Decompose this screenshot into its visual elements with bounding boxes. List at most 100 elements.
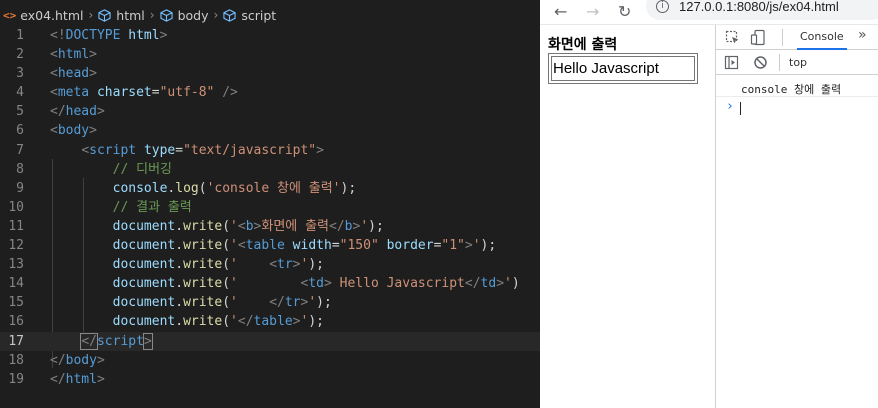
line-number: 5 — [16, 104, 24, 120]
code-token: ( — [222, 218, 231, 234]
breadcrumb-item-file[interactable]: ex04.html — [20, 8, 83, 23]
back-icon[interactable]: ← — [554, 2, 567, 21]
code-line[interactable]: 3 <head> — [0, 64, 540, 83]
code-token: write — [183, 276, 223, 292]
code-line[interactable]: 6 <body> — [0, 121, 540, 140]
code-token: width — [292, 238, 332, 254]
code-token: . — [175, 218, 184, 234]
code-line[interactable]: 15 document.write(' </tr>'); — [0, 293, 540, 312]
device-toolbar-icon[interactable] — [750, 29, 767, 46]
code-token: <! — [50, 28, 66, 43]
code-token: table — [253, 314, 293, 330]
chevron-right-icon: › — [213, 8, 219, 22]
code-token: ); — [308, 314, 324, 330]
code-line[interactable]: 9 console.log('console 창에 출력'); — [0, 179, 540, 198]
code-line[interactable]: 12 document.write('<table width="150" bo… — [0, 236, 540, 255]
element-cube-icon — [223, 8, 236, 22]
line-number: 8 — [16, 161, 24, 177]
code-token: </ — [237, 314, 254, 330]
code-token: console — [112, 180, 168, 196]
code-line[interactable]: 11 document.write('<b>화면에 출력</b>'); — [0, 217, 540, 236]
code-token: ) — [511, 276, 520, 292]
code-text: // 디버깅 — [50, 160, 172, 179]
code-token: ' — [230, 218, 238, 234]
code-token: table — [245, 238, 285, 254]
code-token: < — [81, 142, 90, 158]
code-token: > — [142, 332, 153, 350]
code-token: type — [143, 142, 176, 158]
code-text: <html> — [50, 45, 97, 64]
code-token: < — [237, 218, 246, 234]
code-token: html — [57, 47, 90, 63]
code-line[interactable]: 10 // 결과 출력 — [0, 198, 540, 217]
clear-console-icon[interactable] — [753, 55, 768, 70]
console-toolbar: top — [716, 50, 878, 75]
tab-console[interactable]: Console — [797, 25, 847, 50]
code-area[interactable]: 1 <!DOCTYPE html> 2 <html> 3 <head> 4 <meta cha… — [0, 26, 540, 389]
code-line[interactable]: 2 <html> — [0, 45, 540, 64]
code-line[interactable]: 8 // 디버깅 — [0, 160, 540, 179]
code-token: . — [175, 314, 184, 330]
code-token: < — [50, 85, 58, 101]
inspect-element-icon[interactable] — [725, 30, 740, 45]
address-bar[interactable]: i 127.0.0.1:8080/js/ex04.html — [646, 0, 878, 20]
code-token: > — [316, 142, 324, 158]
chevron-right-icon: › — [149, 8, 155, 22]
breadcrumb-item-html[interactable]: html — [116, 8, 144, 23]
code-token: ( — [222, 295, 231, 311]
code-token: ); — [340, 180, 357, 196]
code-token: 'console 창에 출력' — [206, 180, 341, 196]
html-file-icon: <> — [3, 8, 17, 22]
code-line[interactable]: 4 <meta charset="utf-8" /> — [0, 83, 540, 102]
code-token: ' — [230, 295, 270, 311]
breadcrumb-item-script[interactable]: script — [241, 8, 276, 23]
code-line[interactable]: 16 document.write('</table>'); — [0, 312, 540, 331]
context-selector[interactable]: top — [789, 56, 807, 69]
code-token: > — [464, 238, 473, 254]
forward-icon[interactable]: → — [586, 2, 599, 21]
reload-icon[interactable]: ↻ — [618, 2, 631, 21]
code-token: < — [269, 257, 278, 273]
code-token: b — [245, 218, 254, 234]
devtools-panel: Console » top console 창에 출력 › — [715, 25, 878, 408]
code-text: document.write('<table width="150" borde… — [50, 236, 497, 255]
breadcrumb-item-body[interactable]: body — [178, 8, 209, 23]
code-token: tr — [277, 257, 293, 273]
code-line[interactable]: 19 </html> — [0, 370, 540, 389]
code-line[interactable]: 13 document.write(' <tr>'); — [0, 255, 540, 274]
code-text: document.write('</table>'); — [50, 312, 324, 331]
code-line[interactable]: 17 </script> — [0, 331, 540, 351]
code-token: ); — [368, 218, 384, 234]
sidebar-toggle-icon[interactable] — [724, 55, 739, 70]
info-icon[interactable]: i — [656, 0, 669, 13]
code-token: . — [175, 257, 184, 273]
code-line[interactable]: 7 <script type="text/javascript"> — [0, 141, 540, 160]
code-token: // 디버깅 — [112, 161, 172, 177]
code-token: write — [183, 218, 223, 234]
code-token: . — [175, 295, 184, 311]
code-token: head — [57, 66, 90, 82]
code-line[interactable]: 14 document.write(' <td> Hello Javascrip… — [0, 274, 540, 293]
code-token: document — [112, 257, 176, 273]
console-input-caret[interactable] — [740, 102, 741, 115]
code-text: document.write(' </tr>'); — [50, 293, 332, 312]
code-line[interactable]: 18 </body> — [0, 351, 540, 370]
code-line[interactable]: 1 <!DOCTYPE html> — [0, 26, 540, 45]
line-number: 15 — [8, 295, 24, 311]
code-token: = — [331, 238, 340, 254]
code-token: head — [65, 104, 97, 120]
page-heading: 화면에 출력 — [548, 37, 618, 53]
url-text[interactable]: 127.0.0.1:8080/js/ex04.html — [679, 0, 839, 14]
line-number: 19 — [8, 371, 24, 387]
more-tabs-icon[interactable]: » — [858, 27, 867, 43]
code-token: document — [112, 314, 176, 330]
code-line[interactable]: 5 </head> — [0, 102, 540, 121]
